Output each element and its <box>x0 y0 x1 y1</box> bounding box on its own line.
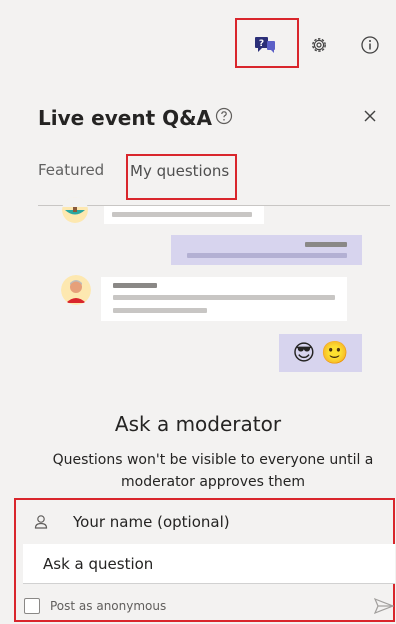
message-bubble <box>104 206 264 224</box>
tab-featured[interactable]: Featured <box>38 161 104 179</box>
person-icon <box>34 515 48 529</box>
panel-title: Live event Q&A <box>38 106 213 130</box>
help-button[interactable] <box>215 107 233 125</box>
avatar <box>62 197 88 223</box>
empty-state-heading: Ask a moderator <box>114 412 282 436</box>
gear-icon <box>312 38 326 52</box>
name-input[interactable] <box>73 503 383 541</box>
smile-emoji-icon: 🙂 <box>321 340 349 366</box>
message-bubble <box>101 277 347 321</box>
qa-button-highlight <box>235 18 299 68</box>
info-icon <box>361 36 379 54</box>
tab-my-questions-highlight <box>126 154 237 200</box>
sunglasses-emoji-icon: 😎 <box>292 340 316 366</box>
question-field[interactable] <box>23 544 395 584</box>
my-message-bubble <box>171 235 362 265</box>
question-input[interactable] <box>43 544 383 583</box>
help-circle-icon <box>215 107 233 125</box>
send-icon <box>373 597 395 615</box>
avatar <box>61 275 91 305</box>
name-field[interactable] <box>23 503 395 541</box>
close-button[interactable] <box>359 105 381 127</box>
send-button[interactable] <box>373 597 395 615</box>
anonymous-label: Post as anonymous <box>50 599 167 613</box>
close-icon <box>364 110 376 122</box>
empty-state-description: Questions won't be visible to everyone u… <box>52 452 374 490</box>
anonymous-checkbox[interactable] <box>24 598 40 614</box>
info-button[interactable] <box>357 32 383 58</box>
settings-button[interactable] <box>306 32 332 58</box>
my-reaction-bubble: 😎 🙂 <box>279 334 362 372</box>
